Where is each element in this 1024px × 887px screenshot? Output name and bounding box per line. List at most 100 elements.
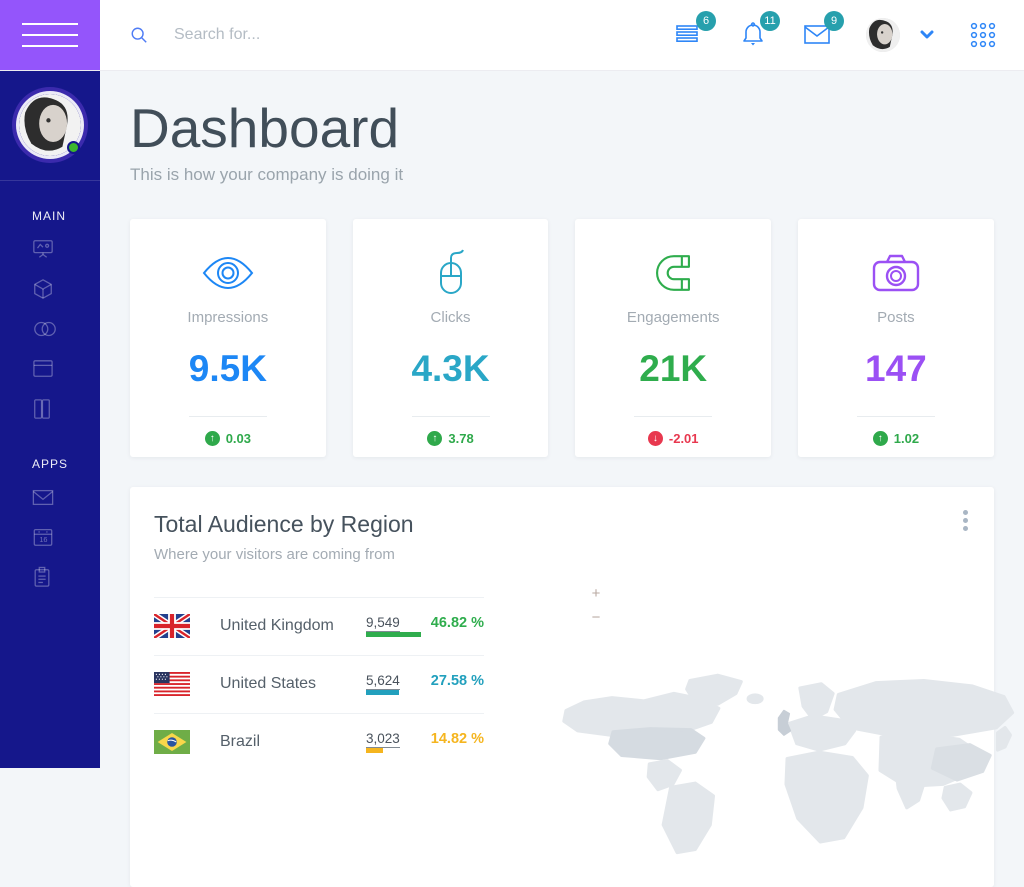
sidebar-section-main: MAIN [32, 209, 66, 223]
br-flag [154, 730, 190, 754]
audience-card: Total Audience by Region Where your visi… [130, 486, 1015, 887]
audience-subtitle: Where your visitors are coming from [154, 545, 395, 563]
browser-window-icon [33, 360, 53, 377]
sidebar-item-products[interactable] [0, 269, 100, 309]
analytics-board-icon [33, 240, 53, 258]
audience-percent: 27.58 % [430, 673, 484, 689]
apps-grid-button[interactable] [968, 20, 998, 50]
clipboard-icon [34, 566, 50, 587]
kebab-menu-icon[interactable] [952, 501, 978, 541]
sidebar-item-toggles[interactable] [0, 309, 100, 349]
table-row[interactable]: Brazil 3,023 14.82 % [154, 712, 484, 771]
sidebar-item-windows[interactable] [0, 349, 100, 389]
stat-delta: ↑ 1.02 [872, 430, 919, 446]
audience-title: Total Audience by Region [154, 510, 414, 537]
main-content: Dashboard This is how your company is do… [100, 70, 1024, 887]
us-flag [154, 672, 190, 696]
progress-fill [366, 690, 399, 695]
stat-card-clicks[interactable]: Clicks 4.3K ↑ 3.78 [352, 218, 549, 457]
page-title: Dashboard [130, 97, 400, 159]
sidebar-item-dashboard[interactable] [0, 229, 100, 269]
stat-label: Clicks [430, 308, 471, 326]
country-name: United States [220, 675, 317, 692]
chevron-down-icon [920, 30, 934, 39]
top-bar: 6 11 9 [0, 0, 1024, 70]
divider [188, 415, 267, 417]
search-input[interactable] [174, 26, 554, 44]
divider [634, 415, 713, 417]
arrow-down-circle-icon: ↓ [647, 430, 663, 446]
mouse-icon [439, 249, 464, 294]
progress-fill [366, 748, 384, 753]
stat-delta: ↑ 0.03 [204, 430, 251, 446]
messages-button[interactable]: 9 [802, 11, 844, 50]
user-avatar[interactable] [866, 18, 900, 52]
grid-dots-icon [970, 22, 996, 48]
stat-card-posts[interactable]: Posts 147 ↑ 1.02 [798, 218, 994, 457]
notifications-badge: 11 [760, 11, 780, 31]
arrow-up-circle-icon: ↑ [872, 430, 888, 446]
page-subtitle: This is how your company is doing it [130, 164, 404, 184]
audience-value: 3,023 [366, 731, 400, 748]
mail-icon [32, 489, 54, 505]
country-name: United Kingdom [220, 617, 334, 634]
progress-fill [366, 632, 422, 637]
notifications-button[interactable]: 11 [738, 11, 780, 50]
camera-icon [872, 254, 920, 291]
progress-bar [366, 632, 484, 637]
stat-delta: ↓ -2.01 [647, 430, 699, 446]
map-region-us[interactable] [608, 726, 706, 760]
sidebar-divider [0, 180, 100, 181]
stat-card-engagements[interactable]: Engagements 21K ↓ -2.01 [575, 218, 772, 457]
uk-flag [154, 614, 190, 638]
stat-value: 9.5K [188, 347, 267, 389]
progress-bar [366, 748, 484, 753]
svg-text:16: 16 [39, 535, 47, 544]
magnet-icon [656, 254, 691, 291]
sidebar-item-mail[interactable] [0, 477, 100, 517]
user-menu-toggle[interactable] [920, 30, 934, 40]
stat-card-impressions[interactable]: Impressions 9.5K ↑ 0.03 [130, 218, 326, 457]
cube-icon [34, 279, 52, 299]
hamburger-menu-button[interactable] [0, 0, 100, 70]
online-status-dot [67, 141, 80, 154]
eye-icon [202, 256, 254, 289]
sidebar-item-docs[interactable] [0, 389, 100, 429]
arrow-up-circle-icon: ↑ [204, 430, 220, 446]
sidebar-item-notes[interactable] [0, 557, 100, 597]
tasks-button[interactable]: 6 [674, 11, 716, 50]
stats-row: Impressions 9.5K ↑ 0.03 Clicks 4.3K ↑ 3.… [130, 218, 994, 457]
stat-label: Impressions [187, 308, 269, 326]
map-zoom-in-button[interactable]: + [588, 586, 604, 601]
divider [411, 415, 490, 417]
stat-label: Engagements [626, 308, 720, 326]
sidebar-section-apps: APPS [32, 457, 69, 471]
stat-value: 4.3K [411, 347, 490, 389]
book-columns-icon [34, 399, 50, 419]
table-row[interactable]: United States 5,624 27.58 % [154, 654, 484, 713]
search-bar [130, 26, 674, 44]
sidebar-avatar[interactable] [19, 94, 81, 156]
toggle-circles-icon [34, 321, 56, 337]
table-row[interactable]: United Kingdom 9,549 46.82 % [154, 596, 484, 655]
map-zoom-controls: + − [588, 586, 604, 625]
tasks-badge: 6 [696, 11, 716, 31]
audience-percent: 14.82 % [430, 731, 484, 747]
country-name: Brazil [220, 733, 261, 750]
world-map[interactable] [550, 645, 1020, 885]
messages-badge: 9 [824, 11, 844, 31]
map-zoom-out-button[interactable]: − [588, 610, 604, 625]
arrow-up-circle-icon: ↑ [427, 430, 443, 446]
sidebar: MAIN APPS 16 [0, 70, 100, 768]
audience-value: 9,549 [366, 615, 400, 632]
audience-percent: 46.82 % [430, 615, 484, 631]
stat-value: 21K [639, 347, 708, 389]
calendar-icon: 16 [33, 529, 53, 546]
country-list: United Kingdom 9,549 46.82 % United Stat… [154, 596, 484, 771]
sidebar-item-calendar[interactable]: 16 [0, 517, 100, 557]
audience-value: 5,624 [366, 673, 400, 690]
stat-value: 147 [865, 347, 927, 389]
divider [856, 415, 935, 417]
stat-label: Posts [877, 308, 915, 326]
search-icon [131, 27, 147, 43]
